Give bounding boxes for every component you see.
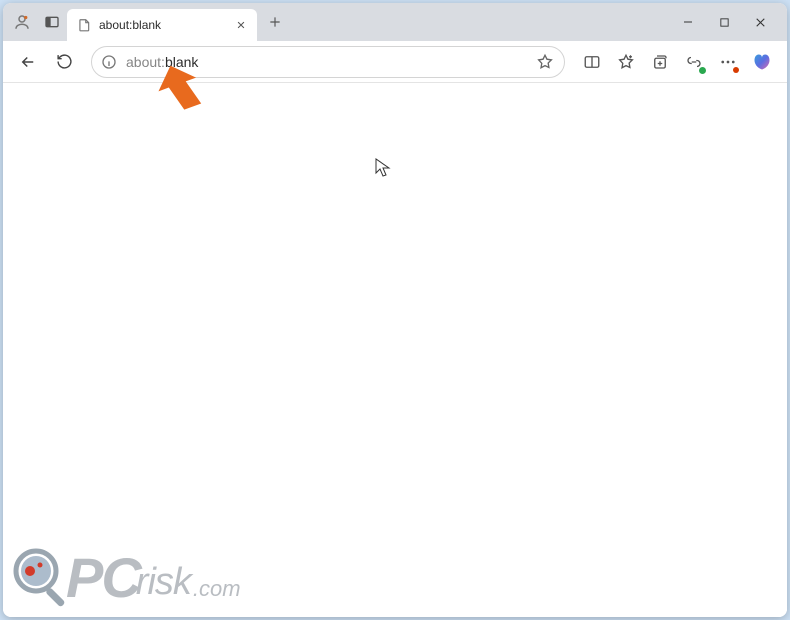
refresh-icon	[56, 53, 73, 70]
toolbar: about:blank	[3, 41, 787, 83]
collections-icon	[651, 53, 669, 71]
url-path: blank	[165, 54, 198, 70]
window-controls	[677, 11, 781, 33]
toolbar-right	[577, 47, 777, 77]
arrow-left-icon	[19, 53, 37, 71]
minimize-button[interactable]	[677, 11, 699, 33]
refresh-button[interactable]	[49, 47, 79, 77]
minimize-icon	[682, 16, 694, 28]
split-screen-icon	[583, 53, 601, 71]
extension-button[interactable]	[679, 47, 709, 77]
page-content	[3, 83, 787, 617]
title-bar: about:blank	[3, 3, 787, 41]
browser-window: about:blank	[3, 3, 787, 617]
favorites-button[interactable]	[611, 47, 641, 77]
close-window-button[interactable]	[749, 11, 771, 33]
maximize-icon	[719, 17, 730, 28]
copilot-button[interactable]	[747, 47, 777, 77]
tab-title: about:blank	[99, 18, 225, 32]
url-text[interactable]: about:blank	[126, 54, 526, 70]
info-icon	[101, 54, 117, 70]
maximize-button[interactable]	[713, 11, 735, 33]
address-bar[interactable]: about:blank	[91, 46, 565, 78]
close-icon	[236, 20, 246, 30]
url-scheme: about:	[126, 54, 165, 70]
new-tab-button[interactable]	[261, 8, 289, 36]
notification-badge-icon	[733, 67, 739, 73]
star-icon	[536, 53, 554, 71]
star-plus-icon	[617, 53, 635, 71]
tab-actions-button[interactable]	[37, 7, 67, 37]
tab-close-button[interactable]	[233, 17, 249, 33]
person-icon	[13, 13, 31, 31]
close-icon	[754, 16, 767, 29]
page-icon	[77, 18, 91, 32]
split-screen-button[interactable]	[577, 47, 607, 77]
collections-button[interactable]	[645, 47, 675, 77]
browser-tab[interactable]: about:blank	[67, 9, 257, 41]
status-dot-icon	[699, 67, 706, 74]
copilot-icon	[752, 52, 772, 72]
profile-button[interactable]	[7, 7, 37, 37]
favorite-button[interactable]	[534, 51, 556, 73]
site-info-button[interactable]	[100, 53, 118, 71]
menu-button[interactable]	[713, 47, 743, 77]
back-button[interactable]	[13, 47, 43, 77]
plus-icon	[268, 15, 282, 29]
tab-actions-icon	[44, 14, 60, 30]
